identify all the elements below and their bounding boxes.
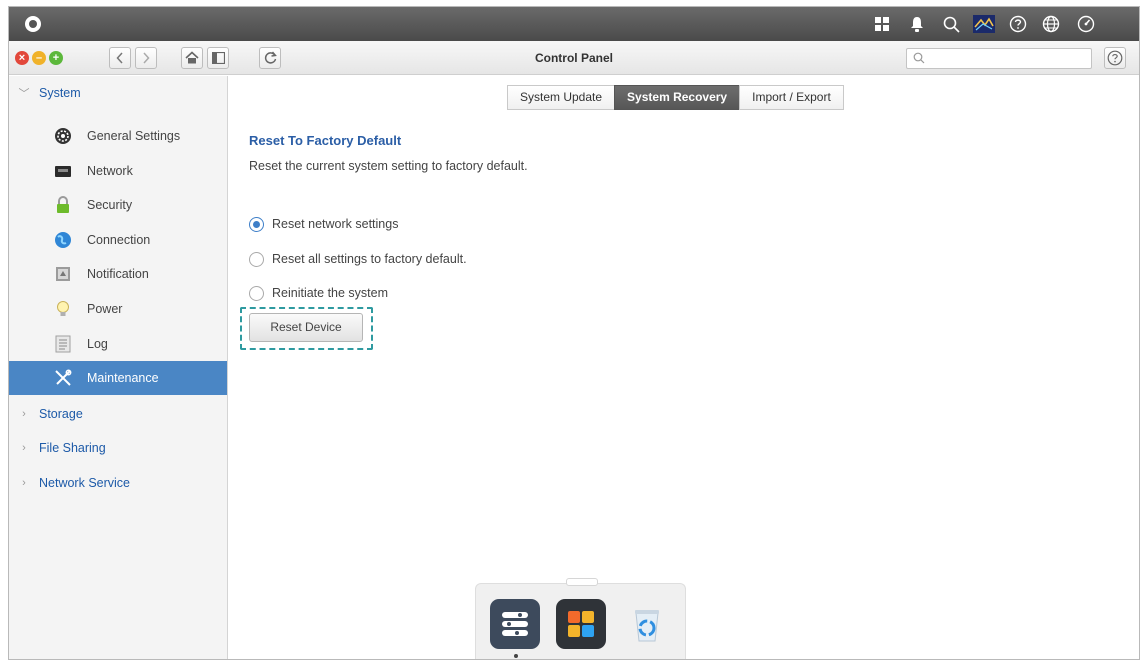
radio-button[interactable] [249, 216, 264, 232]
radio-label: Reset all settings to factory default. [272, 252, 467, 266]
lightbulb-icon [54, 300, 72, 318]
sidebar-item-notification[interactable]: Notification [9, 257, 227, 291]
app-dock [475, 578, 686, 659]
main-content: System Update System Recovery Import / E… [229, 76, 1139, 659]
tab-system-recovery[interactable]: System Recovery [614, 85, 741, 110]
sidebar-item-label: Network [87, 164, 133, 178]
network-card-icon [54, 162, 72, 180]
recycle-bin-icon[interactable] [622, 599, 672, 649]
sidebar-item-label: Notification [87, 267, 149, 281]
lock-icon [54, 196, 72, 214]
chevron-right-icon: › [22, 408, 26, 420]
chevron-down-icon: ﹀ [18, 88, 30, 100]
sidebar-section-label: File Sharing [39, 441, 106, 455]
radio-button[interactable] [249, 285, 264, 301]
dock-handle[interactable] [566, 578, 598, 586]
sidebar-section-label: Network Service [39, 476, 130, 490]
tab-system-update[interactable]: System Update [507, 85, 616, 110]
sidebar-section-label: Storage [39, 407, 83, 421]
sidebar-item-label: Security [87, 198, 133, 212]
search-input[interactable] [906, 48, 1092, 69]
sidebar-item-general-settings[interactable]: General Settings [9, 119, 227, 153]
sidebar-item-label: General Settings [87, 129, 181, 143]
chevron-right-icon: › [22, 477, 26, 489]
main-menu-icon[interactable] [25, 16, 41, 32]
chevron-right-icon: › [22, 442, 26, 454]
sidebar-item-connection[interactable]: Connection [9, 223, 227, 257]
radio-reset-all[interactable]: Reset all settings to factory default. [249, 250, 467, 268]
help-icon[interactable] [1007, 13, 1029, 35]
sidebar-item-security[interactable]: Security [9, 188, 227, 222]
sidebar-section-file-sharing[interactable]: › File Sharing [9, 431, 227, 465]
reset-device-button[interactable]: Reset Device [249, 313, 363, 342]
sidebar-section-system[interactable]: ﹀ System [9, 76, 227, 110]
control-panel-window: × – + Control Panel ﹀ System General Set… [8, 6, 1140, 660]
sidebar-item-network[interactable]: Network [9, 154, 227, 188]
sidebar: ﹀ System General Settings Network Securi… [9, 76, 228, 659]
sidebar-item-label: Connection [87, 233, 151, 247]
radio-button[interactable] [249, 251, 264, 267]
app-center-icon[interactable] [556, 599, 606, 649]
sidebar-section-label: System [39, 86, 81, 100]
sidebar-item-label: Power [87, 302, 123, 316]
section-title: Reset To Factory Default [249, 133, 402, 148]
sidebar-item-power[interactable]: Power [9, 292, 227, 326]
language-globe-icon[interactable] [1040, 13, 1062, 35]
radio-reinitiate[interactable]: Reinitiate the system [249, 284, 388, 302]
section-description: Reset the current system setting to fact… [249, 159, 528, 173]
help-button[interactable] [1104, 47, 1126, 69]
radio-label: Reinitiate the system [272, 286, 389, 300]
apps-grid-icon[interactable] [871, 13, 893, 35]
log-icon [54, 335, 72, 353]
radio-reset-network[interactable]: Reset network settings [249, 215, 398, 233]
dashboard-gauge-icon[interactable] [1075, 13, 1097, 35]
bell-icon[interactable] [906, 13, 928, 35]
window-titlebar: × – + Control Panel [9, 41, 1139, 75]
sidebar-section-storage[interactable]: › Storage [9, 397, 227, 431]
globe-icon [54, 231, 72, 249]
search-icon[interactable] [940, 13, 962, 35]
notification-icon [54, 265, 72, 283]
tools-icon [54, 369, 72, 387]
sidebar-item-label: Maintenance [87, 371, 159, 385]
tab-import-export[interactable]: Import / Export [739, 85, 844, 110]
system-taskbar [9, 7, 1139, 41]
tab-bar: System Update System Recovery Import / E… [507, 85, 844, 110]
radio-label: Reset network settings [272, 217, 399, 231]
running-indicator [514, 654, 518, 658]
gear-icon [54, 127, 72, 145]
search-icon [913, 52, 925, 67]
sidebar-item-log[interactable]: Log [9, 327, 227, 361]
sidebar-item-maintenance[interactable]: Maintenance [9, 361, 227, 395]
user-avatar-icon[interactable] [973, 13, 995, 35]
control-panel-icon[interactable] [490, 599, 540, 649]
sidebar-section-network-service[interactable]: › Network Service [9, 466, 227, 500]
sidebar-item-label: Log [87, 337, 108, 351]
